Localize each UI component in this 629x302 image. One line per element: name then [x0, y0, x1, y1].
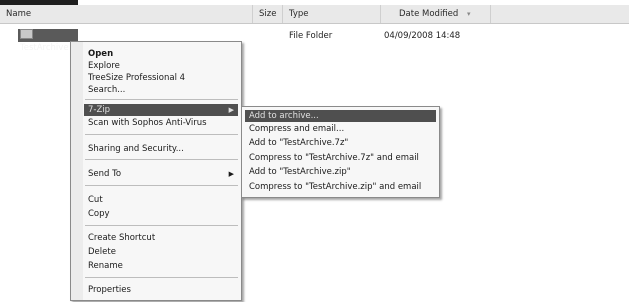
menu-item-7zip-label: 7-Zip: [88, 105, 111, 115]
submenu-arrow-icon: ▶: [228, 106, 234, 114]
file-row-type: File Folder: [289, 31, 333, 41]
menu-item-properties[interactable]: Properties: [84, 284, 238, 296]
folder-name: TestArchive: [20, 43, 69, 53]
menu-item-cut[interactable]: Cut: [84, 194, 238, 206]
column-type-label: Type: [289, 9, 309, 19]
submenu-item-add-7z[interactable]: Add to "TestArchive.7z": [245, 137, 436, 149]
menu-item-sophos[interactable]: Scan with Sophos Anti-Virus: [84, 117, 238, 129]
menu-separator: [85, 277, 238, 278]
context-menu: Open Explore TreeSize Professional 4 Sea…: [70, 41, 242, 301]
sort-indicator-icon: ▾: [467, 10, 471, 18]
menu-separator: [85, 185, 238, 186]
menu-item-7zip[interactable]: 7-Zip ▶: [84, 104, 238, 116]
menu-item-delete[interactable]: Delete: [84, 246, 238, 258]
submenu-item-compress-zip-email[interactable]: Compress to "TestArchive.zip" and email: [245, 181, 436, 193]
menu-item-sharing[interactable]: Sharing and Security...: [84, 143, 238, 155]
menu-item-search[interactable]: Search...: [84, 84, 238, 96]
menu-item-explore[interactable]: Explore: [84, 60, 238, 72]
submenu-item-add-zip[interactable]: Add to "TestArchive.zip": [245, 166, 436, 178]
folder-icon: [20, 28, 33, 39]
menu-icon-strip: [71, 42, 83, 300]
7zip-submenu: Add to archive... Compress and email... …: [241, 106, 440, 198]
menu-separator: [85, 99, 238, 100]
column-date-label: Date Modified: [399, 9, 459, 19]
menu-item-rename[interactable]: Rename: [84, 260, 238, 272]
column-type[interactable]: Type: [283, 5, 381, 23]
menu-item-copy[interactable]: Copy: [84, 208, 238, 220]
menu-item-send-to-label: Send To: [88, 169, 122, 179]
column-date-modified[interactable]: Date Modified ▾: [381, 5, 491, 23]
submenu-arrow-icon: ▶: [228, 170, 234, 178]
column-size-label: Size: [259, 9, 277, 19]
column-name-label: Name: [6, 9, 32, 19]
menu-item-open[interactable]: Open: [84, 48, 238, 60]
file-row-date: 04/09/2008 14:48: [384, 31, 461, 41]
menu-item-treesize[interactable]: TreeSize Professional 4: [84, 72, 238, 84]
submenu-item-compress-7z-email[interactable]: Compress to "TestArchive.7z" and email: [245, 152, 436, 164]
file-row-name[interactable]: TestArchive: [18, 28, 78, 53]
submenu-item-add-to-archive[interactable]: Add to archive...: [245, 110, 436, 122]
column-name[interactable]: Name: [0, 5, 253, 23]
submenu-item-compress-email[interactable]: Compress and email...: [245, 123, 436, 135]
column-size[interactable]: Size: [253, 5, 283, 23]
menu-item-send-to[interactable]: Send To ▶: [84, 168, 238, 180]
menu-separator: [85, 225, 238, 226]
menu-separator: [85, 134, 238, 135]
menu-item-create-shortcut[interactable]: Create Shortcut: [84, 232, 238, 244]
column-header-bar: Name Size Type Date Modified ▾: [0, 5, 629, 24]
menu-separator: [85, 159, 238, 160]
